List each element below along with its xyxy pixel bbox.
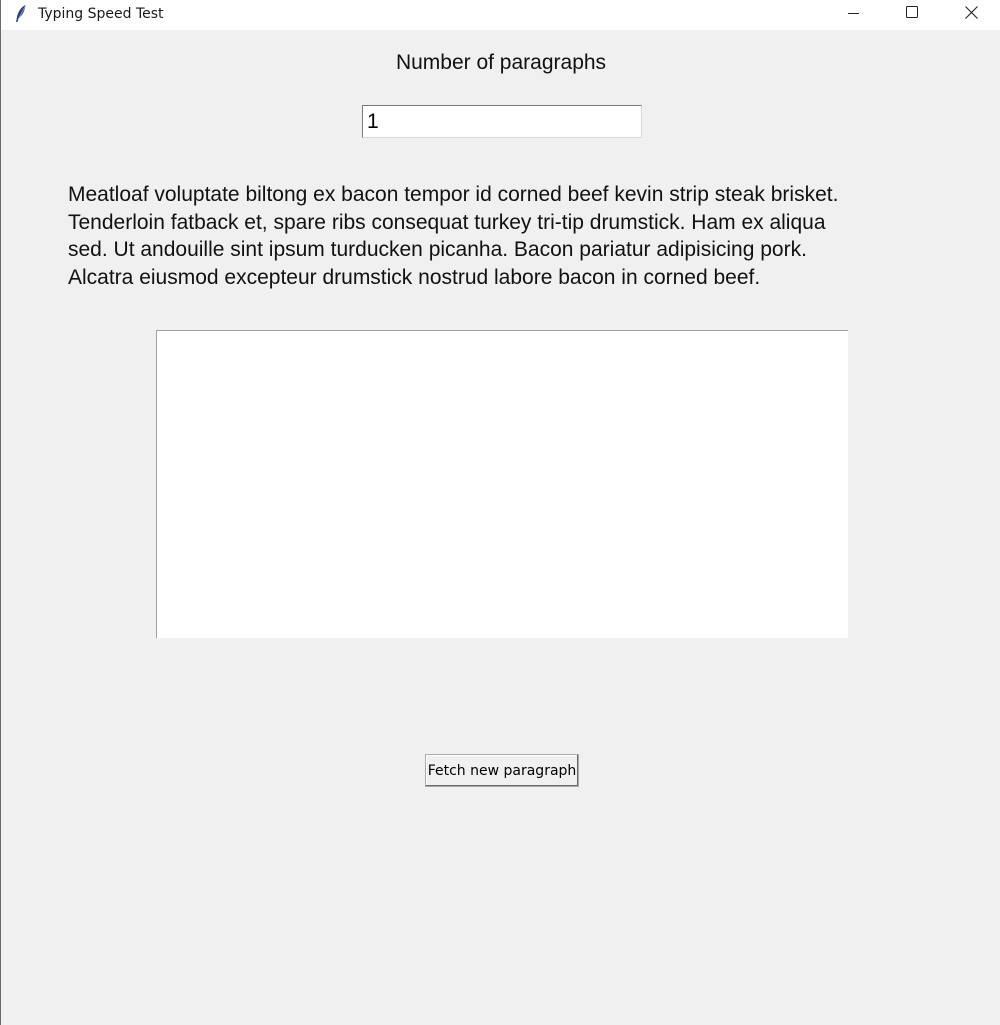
maximize-button[interactable] [889,0,935,30]
title-bar[interactable]: Typing Speed Test [1,0,1000,30]
minimize-icon [848,6,860,24]
sample-paragraph: Meatloaf voluptate biltong ex bacon temp… [68,183,839,289]
paragraph-count-label: Number of paragraphs [395,51,607,74]
close-button[interactable] [948,0,994,30]
close-icon [964,6,978,24]
maximize-icon [905,6,919,24]
fetch-paragraph-button[interactable]: Fetch new paragraph [425,754,579,787]
paragraph-count-input[interactable] [362,105,642,138]
window-title: Typing Speed Test [38,6,164,22]
minimize-button[interactable] [831,0,877,30]
app-window: Typing Speed Test Number of paragraphs M… [0,0,1000,1025]
feather-icon [13,4,29,24]
typing-input[interactable] [156,330,848,638]
